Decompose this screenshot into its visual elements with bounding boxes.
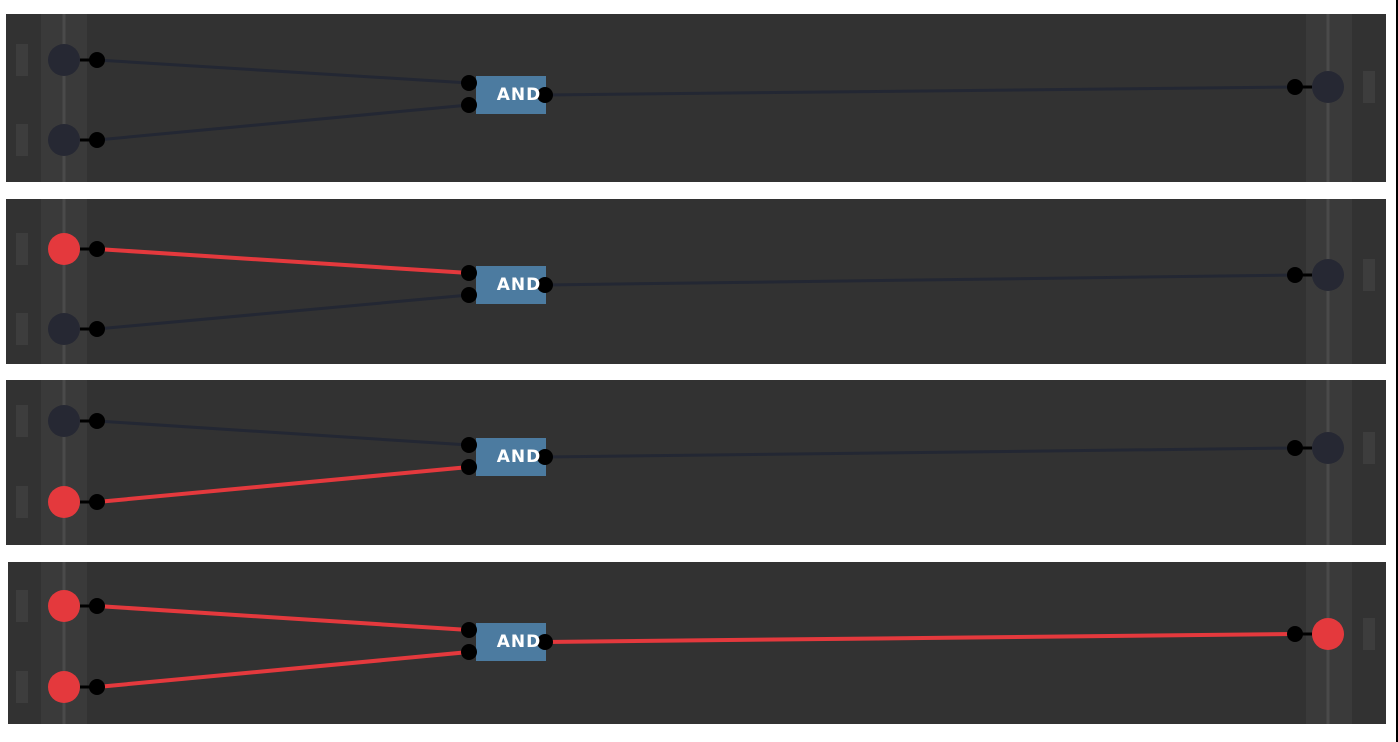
gate-input-pin xyxy=(461,75,477,91)
input-b-pin xyxy=(89,494,105,510)
wire-output xyxy=(544,446,1296,459)
output-tab xyxy=(1363,618,1375,650)
wire-output xyxy=(544,273,1296,287)
wire-input-a xyxy=(96,247,470,275)
circuit-canvas xyxy=(16,380,1375,545)
input-a-toggle[interactable] xyxy=(48,590,80,622)
input-a-pin xyxy=(89,413,105,429)
input-b-toggle[interactable] xyxy=(48,124,80,156)
wire-output xyxy=(544,632,1296,644)
output-pin xyxy=(1287,267,1303,283)
gate-output-pin xyxy=(537,87,553,103)
output-light xyxy=(1312,432,1344,464)
wire-input-b xyxy=(96,103,470,142)
circuit-panel: AND xyxy=(8,562,1386,724)
input-tab xyxy=(16,486,28,518)
gate-output-pin xyxy=(537,277,553,293)
gate-input-pin xyxy=(461,265,477,281)
input-a-pin xyxy=(89,598,105,614)
output-tab xyxy=(1363,432,1375,464)
input-tab xyxy=(16,313,28,345)
output-light xyxy=(1312,259,1344,291)
gate-input-pin xyxy=(461,622,477,638)
output-tab xyxy=(1363,259,1375,291)
gate-input-pin xyxy=(461,287,477,303)
output-light xyxy=(1312,71,1344,103)
wire-input-a xyxy=(96,604,470,632)
input-b-pin xyxy=(89,321,105,337)
wire-input-a xyxy=(96,58,470,85)
input-b-pin xyxy=(89,679,105,695)
input-tab xyxy=(16,671,28,703)
input-b-toggle[interactable] xyxy=(48,313,80,345)
input-b-pin xyxy=(89,132,105,148)
circuit-canvas xyxy=(16,14,1375,182)
gate-input-pin xyxy=(461,97,477,113)
input-tab xyxy=(16,405,28,437)
gate-input-pin xyxy=(461,644,477,660)
circuit-panel: AND xyxy=(6,380,1386,545)
output-light xyxy=(1312,618,1344,650)
input-a-pin xyxy=(89,241,105,257)
input-a-pin xyxy=(89,52,105,68)
circuit-panel: AND xyxy=(6,14,1386,182)
wire-output xyxy=(544,85,1296,97)
input-tab xyxy=(16,124,28,156)
gate-output-pin xyxy=(537,634,553,650)
circuit-canvas xyxy=(16,199,1375,364)
and-gate[interactable] xyxy=(476,438,546,476)
input-a-toggle[interactable] xyxy=(48,44,80,76)
input-tab xyxy=(16,233,28,265)
input-tab xyxy=(16,590,28,622)
input-a-toggle[interactable] xyxy=(48,233,80,265)
gate-output-pin xyxy=(537,449,553,465)
and-gate[interactable] xyxy=(476,76,546,114)
circuit-panel: AND xyxy=(6,199,1386,364)
output-pin xyxy=(1287,440,1303,456)
gate-input-pin xyxy=(461,459,477,475)
gate-input-pin xyxy=(461,437,477,453)
and-gate[interactable] xyxy=(476,266,546,304)
circuit-canvas xyxy=(16,562,1375,724)
wire-input-b xyxy=(96,465,470,504)
and-gate[interactable] xyxy=(476,623,546,661)
wire-input-b xyxy=(96,650,470,689)
output-pin xyxy=(1287,79,1303,95)
wire-input-a xyxy=(96,419,470,447)
wire-input-b xyxy=(96,293,470,331)
input-a-toggle[interactable] xyxy=(48,405,80,437)
output-tab xyxy=(1363,71,1375,103)
input-b-toggle[interactable] xyxy=(48,486,80,518)
input-tab xyxy=(16,44,28,76)
input-b-toggle[interactable] xyxy=(48,671,80,703)
output-pin xyxy=(1287,626,1303,642)
